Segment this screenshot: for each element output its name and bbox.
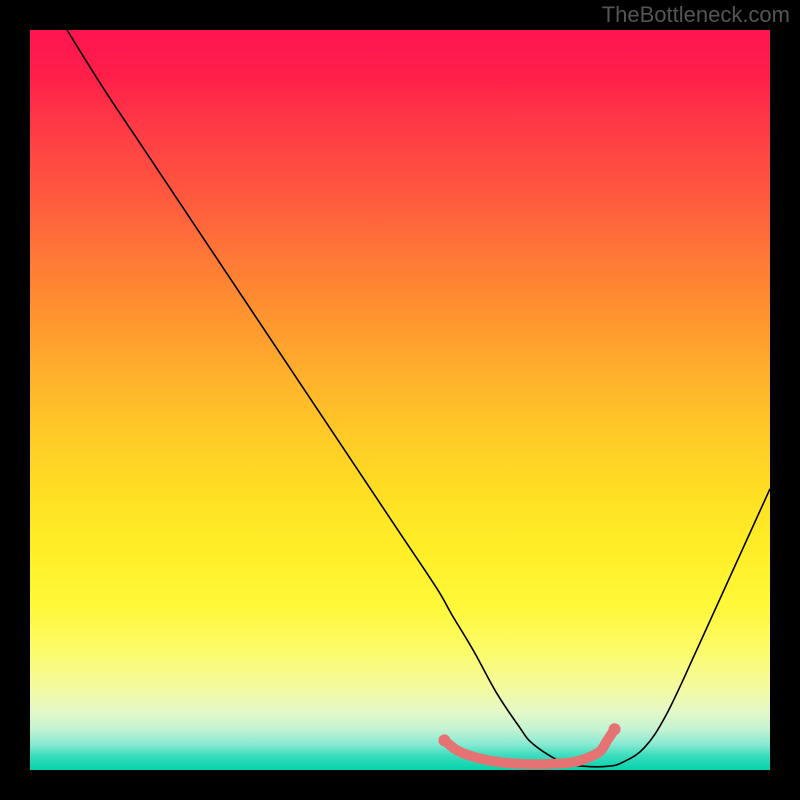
curve-overlay <box>30 30 770 770</box>
watermark-text: TheBottleneck.com <box>602 2 790 28</box>
optimal-zone-marker <box>438 723 620 764</box>
chart-container: TheBottleneck.com <box>0 0 800 800</box>
plot-area <box>30 30 770 770</box>
bottleneck-curve-line <box>67 30 770 767</box>
